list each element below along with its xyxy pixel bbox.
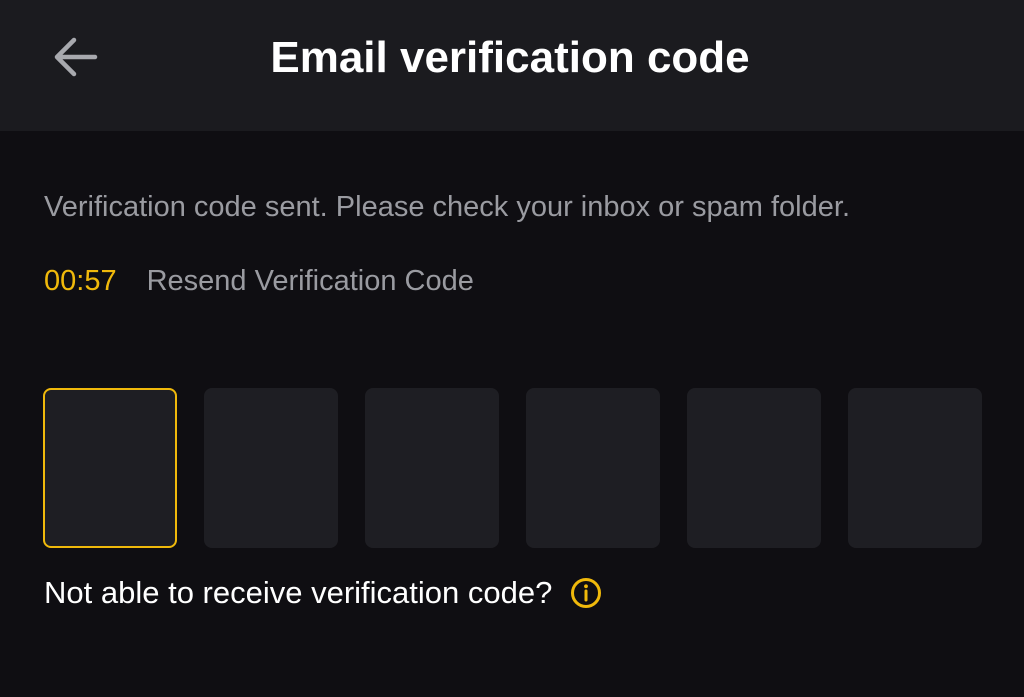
info-icon[interactable] <box>570 577 602 609</box>
countdown-timer: 00:57 <box>44 265 117 297</box>
instruction-text: Verification code sent. Please check you… <box>44 191 850 223</box>
code-digit-box-3[interactable] <box>365 388 499 548</box>
code-digit-box-4[interactable] <box>526 388 660 548</box>
help-text: Not able to receive verification code? <box>44 575 553 610</box>
header-bar: Email verification code <box>0 0 1024 131</box>
code-digit-box-1[interactable] <box>43 388 177 548</box>
help-link[interactable]: Not able to receive verification code? <box>44 572 602 614</box>
verification-screen: Email verification code Verification cod… <box>0 0 1024 697</box>
page-title: Email verification code <box>270 33 750 82</box>
code-digit-box-5[interactable] <box>687 388 821 548</box>
resend-row: 00:57 Resend Verification Code <box>44 262 474 300</box>
code-input-group <box>43 388 982 548</box>
resend-code-link[interactable]: Resend Verification Code <box>147 262 474 300</box>
code-digit-box-6[interactable] <box>848 388 982 548</box>
code-digit-box-2[interactable] <box>204 388 338 548</box>
